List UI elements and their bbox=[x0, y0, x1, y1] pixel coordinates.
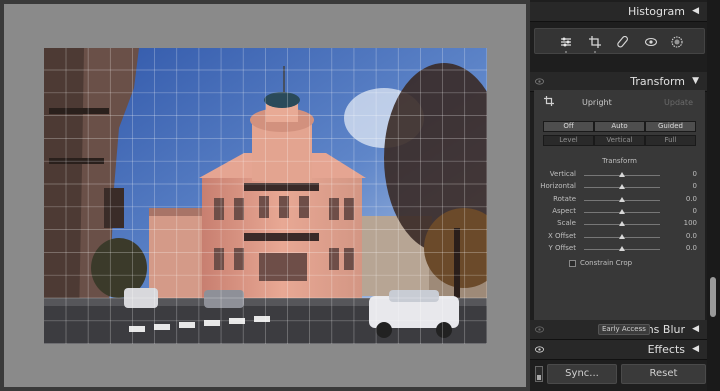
slider-value[interactable]: 100 bbox=[684, 219, 697, 227]
collapse-left-icon[interactable]: ◀ bbox=[692, 344, 699, 354]
crop-icon[interactable] bbox=[586, 29, 604, 55]
slider-handle[interactable] bbox=[619, 233, 625, 239]
slider-handle[interactable] bbox=[619, 208, 625, 214]
slider-label: Aspect bbox=[552, 206, 576, 215]
masking-icon[interactable] bbox=[668, 29, 686, 55]
collapse-left-icon[interactable]: ◀ bbox=[692, 324, 699, 334]
tool-strip bbox=[534, 28, 705, 54]
collapse-down-icon[interactable]: ▼ bbox=[692, 76, 699, 86]
slider-handle[interactable] bbox=[619, 172, 625, 177]
slider-value[interactable]: 0.0 bbox=[686, 244, 697, 252]
image-canvas bbox=[0, 0, 530, 391]
slider-label: X Offset bbox=[547, 231, 576, 240]
lightroom-window: Histogram ◀ Transform ▼ Upright Update O… bbox=[0, 0, 720, 391]
transform-panel: Upright Update Off Auto Guided Level Ver… bbox=[534, 90, 705, 320]
auto-sync-toggle[interactable] bbox=[535, 366, 543, 382]
histogram-title: Histogram bbox=[627, 5, 685, 18]
reset-button[interactable]: Reset bbox=[621, 364, 706, 384]
visibility-eye-icon[interactable] bbox=[535, 325, 544, 334]
panel-scrollbar-track[interactable] bbox=[707, 0, 720, 391]
slider-row: Aspect 0 bbox=[534, 207, 705, 217]
sliders-icon[interactable] bbox=[557, 29, 575, 55]
visibility-eye-icon[interactable] bbox=[535, 345, 544, 354]
slider-value[interactable]: 0 bbox=[693, 170, 697, 178]
healing-icon[interactable] bbox=[614, 29, 632, 55]
slider-label: Scale bbox=[557, 219, 576, 228]
constrain-crop-label: Constrain Crop bbox=[580, 259, 633, 267]
upright-guided-button[interactable]: Guided bbox=[645, 121, 696, 132]
transform-subheading: Transform bbox=[602, 157, 637, 165]
effects-title: Effects bbox=[647, 343, 685, 356]
slider-value[interactable]: 0.0 bbox=[686, 195, 697, 203]
constrain-crop-checkbox[interactable] bbox=[569, 260, 576, 267]
slider-label: Rotate bbox=[553, 194, 576, 203]
upright-crop-icon bbox=[544, 96, 554, 106]
slider-handle[interactable] bbox=[619, 196, 625, 202]
transform-header[interactable]: Transform ▼ bbox=[530, 72, 707, 92]
upright-vertical-button[interactable]: Vertical bbox=[594, 135, 645, 146]
slider-row: Y Offset 0.0 bbox=[534, 244, 705, 254]
transform-title: Transform bbox=[630, 75, 685, 88]
upright-auto-button[interactable]: Auto bbox=[594, 121, 645, 132]
effects-header[interactable]: Effects ◀ bbox=[530, 340, 707, 360]
slider-row: Rotate 0.0 bbox=[534, 195, 705, 205]
photo-preview[interactable] bbox=[44, 48, 487, 344]
upright-off-button[interactable]: Off bbox=[543, 121, 594, 132]
upright-level-button[interactable]: Level bbox=[543, 135, 594, 146]
slider-row: Horizontal 0 bbox=[534, 182, 705, 192]
upright-label: Upright bbox=[582, 98, 612, 107]
visibility-eye-icon[interactable] bbox=[535, 77, 544, 86]
slider-value[interactable]: 0.0 bbox=[686, 232, 697, 240]
red-eye-icon[interactable] bbox=[642, 29, 660, 55]
sync-button[interactable]: Sync... bbox=[547, 364, 617, 384]
slider-row: Scale 100 bbox=[534, 219, 705, 229]
slider-row: Vertical 0 bbox=[534, 170, 705, 180]
collapse-left-icon[interactable]: ◀ bbox=[692, 6, 699, 16]
slider-row: X Offset 0.0 bbox=[534, 232, 705, 242]
upright-full-button[interactable]: Full bbox=[645, 135, 696, 146]
update-button[interactable]: Update bbox=[664, 98, 693, 107]
slider-label: Horizontal bbox=[540, 182, 576, 191]
histogram-header[interactable]: Histogram ◀ bbox=[530, 2, 707, 22]
slider-handle[interactable] bbox=[619, 221, 625, 227]
slider-label: Vertical bbox=[549, 170, 576, 178]
slider-handle[interactable] bbox=[619, 184, 625, 190]
early-access-badge: Early Access bbox=[598, 324, 650, 335]
slider-label: Y Offset bbox=[548, 243, 576, 252]
slider-value[interactable]: 0 bbox=[693, 182, 697, 190]
slider-handle[interactable] bbox=[619, 245, 625, 251]
panel-scrollbar-thumb[interactable] bbox=[710, 277, 716, 317]
slider-value[interactable]: 0 bbox=[693, 207, 697, 215]
